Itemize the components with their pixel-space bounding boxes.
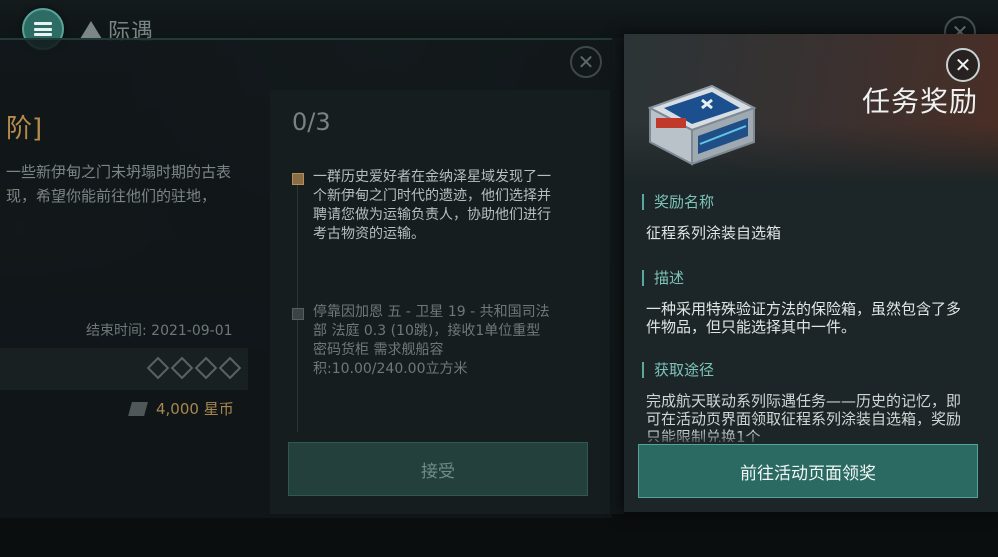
step-connector [297, 182, 298, 432]
claim-reward-button[interactable]: 前往活动页面领奖 [638, 444, 978, 498]
task-step-1: 一群历史爱好者在金纳泽星域发现了一个新伊甸之门时代的遗迹，他们选择并聘请您做为运… [313, 169, 551, 242]
close-icon[interactable]: ✕ [946, 48, 980, 82]
credit-reward: 4,000 星币 [128, 398, 234, 419]
mission-description: 一些新伊甸之门未坍塌时期的古表现，希望你能前往他们的驻地， [6, 163, 232, 205]
diamond-icon [146, 356, 170, 380]
reward-name-label: 奖励名称 [642, 194, 714, 210]
bottom-bar [0, 518, 998, 557]
step-marker [292, 308, 304, 320]
task-progress: 0/3 [292, 108, 331, 136]
diamond-icon [194, 356, 218, 380]
reward-desc-value: 一种采用特殊验证方法的保险箱，虽然包含了多件物品，但只能选择其中一件。 [646, 300, 962, 336]
mission-end-time: 结束时间: 2021-09-01 [86, 323, 233, 339]
logo-icon [80, 21, 102, 39]
close-icon[interactable]: ✕ [570, 46, 602, 78]
accept-button[interactable]: 接受 [288, 442, 588, 496]
credit-amount: 4,000 星币 [156, 400, 234, 418]
reward-path-label: 获取途径 [642, 362, 714, 378]
credit-icon [128, 401, 148, 416]
difficulty-rating [146, 356, 242, 380]
divider [612, 90, 624, 514]
diamond-icon [170, 356, 194, 380]
menu-icon [34, 22, 52, 36]
chest-icon [647, 84, 757, 166]
task-step-2: 停靠因加恩 五 - 卫星 19 - 共和国司法部 法庭 0.3 (10跳)，接收… [313, 304, 550, 377]
reward-title: 任务奖励 [861, 85, 978, 118]
step-marker-active [292, 173, 304, 185]
diamond-icon [218, 356, 242, 380]
reward-desc-label: 描述 [642, 270, 684, 286]
mission-title: 阶] [6, 114, 43, 144]
reward-name-value: 征程系列涂装自选箱 [646, 224, 782, 242]
reward-popup: ✕ 任务奖励 奖励名称 征程系列涂装自选箱 描述 一种采用特殊验证方法的保险箱，… [624, 34, 998, 512]
